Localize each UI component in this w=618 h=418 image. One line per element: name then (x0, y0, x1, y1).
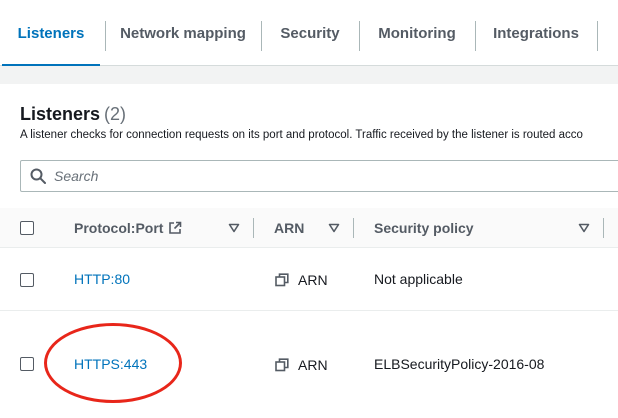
listeners-title: Listeners (20, 104, 101, 124)
section-gap (0, 66, 618, 84)
copy-icon[interactable] (275, 273, 289, 287)
row-checkbox[interactable] (20, 273, 34, 287)
arn-copy-cell[interactable]: ARN (275, 270, 328, 290)
table-row: HTTP:80 ARN Not applicable (0, 248, 618, 311)
row-checkbox[interactable] (20, 357, 34, 371)
search-box (20, 160, 618, 192)
column-header-security-policy[interactable]: Security policy (374, 208, 474, 248)
caret-down-icon[interactable] (328, 223, 340, 233)
listeners-page: Listeners Network mapping Security Monit… (0, 0, 618, 418)
protocol-port-link[interactable]: HTTPS:443 (74, 354, 147, 374)
tab-integrations[interactable]: Integrations (476, 0, 596, 66)
listeners-count: (2) (104, 104, 127, 124)
tab-listeners[interactable]: Listeners (2, 0, 100, 67)
column-label-arn: ARN (274, 220, 305, 236)
copy-icon[interactable] (275, 358, 289, 372)
table-header: Protocol:Port ARN Security policy (0, 208, 618, 248)
arn-label: ARN (298, 357, 328, 373)
column-label-security-policy: Security policy (374, 220, 474, 236)
tab-security[interactable]: Security (262, 0, 358, 66)
listeners-container: Listeners (2) A listener checks for conne… (0, 84, 618, 418)
tab-divider (597, 21, 598, 51)
column-header-protocol-port[interactable]: Protocol:Port (74, 208, 182, 248)
tab-bar: Listeners Network mapping Security Monit… (0, 0, 618, 67)
tab-network-mapping[interactable]: Network mapping (106, 0, 260, 66)
arn-copy-cell[interactable]: ARN (275, 355, 328, 375)
external-link-icon[interactable] (168, 221, 182, 235)
protocol-port-link[interactable]: HTTP:80 (74, 269, 130, 289)
arn-label: ARN (298, 272, 328, 288)
caret-down-icon[interactable] (228, 223, 240, 233)
column-resizer[interactable] (253, 218, 254, 238)
select-all-checkbox[interactable] (20, 221, 34, 235)
table-row: HTTPS:443 ARN ELBSecurityPolicy-2016-08 (0, 311, 618, 418)
security-policy-value: ELBSecurityPolicy-2016-08 (374, 356, 545, 372)
column-resizer[interactable] (353, 218, 354, 238)
column-header-arn[interactable]: ARN (274, 208, 304, 248)
listeners-description: A listener checks for connection request… (20, 129, 583, 141)
column-resizer[interactable] (603, 218, 604, 238)
tab-monitoring[interactable]: Monitoring (360, 0, 474, 66)
column-label-protocol-port: Protocol:Port (74, 220, 164, 236)
search-icon (30, 168, 46, 184)
caret-down-icon[interactable] (578, 223, 590, 233)
listeners-heading: Listeners (2) (20, 104, 126, 125)
security-policy-value: Not applicable (374, 271, 463, 287)
search-input[interactable] (54, 168, 554, 184)
